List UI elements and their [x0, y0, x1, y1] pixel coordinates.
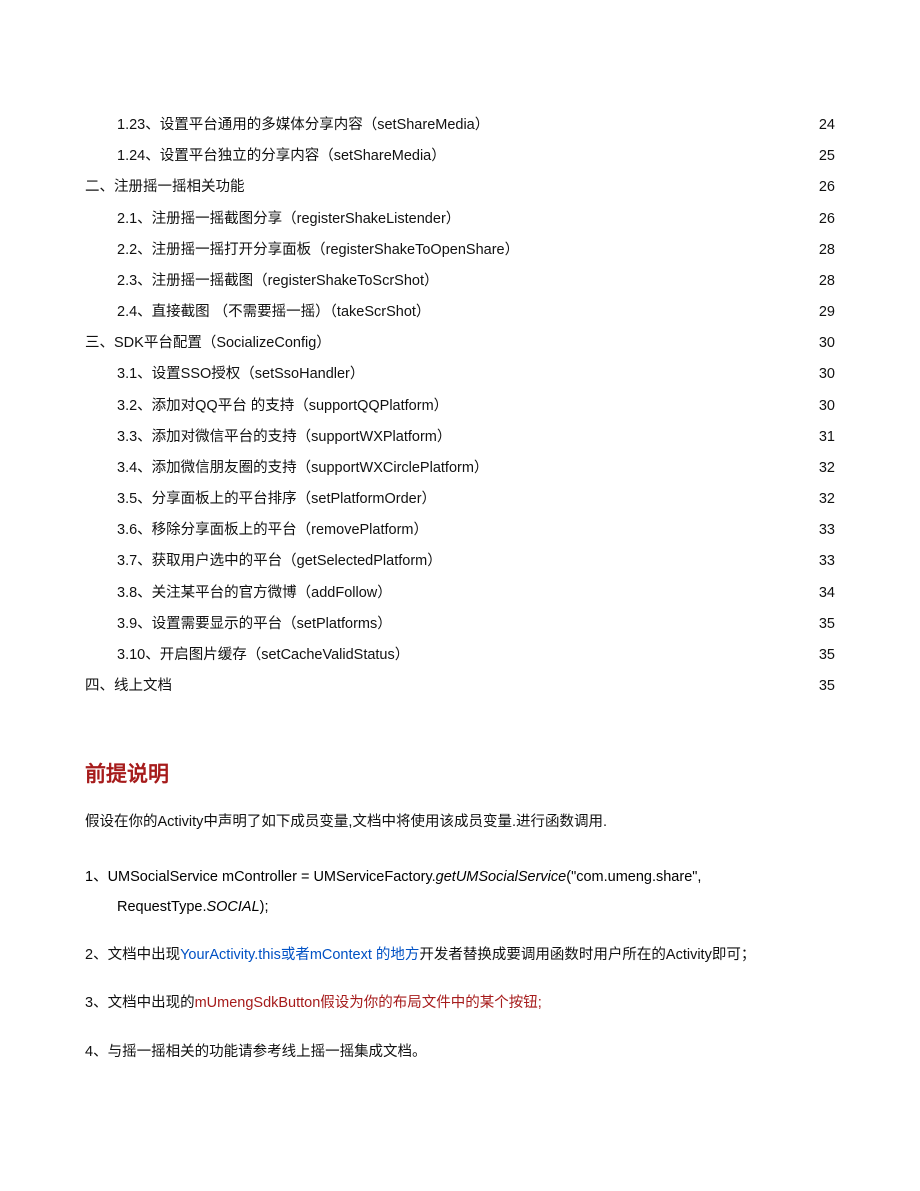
code-const: SOCIAL: [206, 899, 259, 915]
code-text: = UMServiceFactory.: [301, 869, 436, 885]
code-var: mController: [222, 869, 301, 885]
toc-page-num: 30: [819, 359, 835, 390]
toc-label: 3.7、获取用户选中的平台（getSelectedPlatform）: [85, 546, 442, 577]
toc-entry[interactable]: 3.5、分享面板上的平台排序（setPlatformOrder） 32: [85, 484, 835, 515]
toc-entry[interactable]: 1.23、设置平台通用的多媒体分享内容（setShareMedia） 24: [85, 110, 835, 141]
toc-label: 1.24、设置平台独立的分享内容（setShareMedia）: [85, 141, 446, 172]
toc-page-num: 28: [819, 266, 835, 297]
toc-label: 3.8、关注某平台的官方微博（addFollow）: [85, 578, 392, 609]
toc-entry[interactable]: 3.8、关注某平台的官方微博（addFollow） 34: [85, 578, 835, 609]
toc-label: 3.2、添加对QQ平台 的支持（supportQQPlatform）: [85, 391, 448, 422]
toc-page-num: 33: [819, 515, 835, 546]
item-red: mUmengSdkButton假设为你的布局文件中的某个按钮;: [195, 995, 542, 1011]
item-text: 2、文档中出现: [85, 947, 180, 963]
code-item-3: 3、文档中出现的mUmengSdkButton假设为你的布局文件中的某个按钮;: [85, 989, 835, 1017]
toc-page-num: 26: [819, 204, 835, 235]
toc-entry[interactable]: 2.1、注册摇一摇截图分享（registerShakeListender） 26: [85, 204, 835, 235]
toc-label: 3.3、添加对微信平台的支持（supportWXPlatform）: [85, 422, 451, 453]
toc-entry[interactable]: 2.2、注册摇一摇打开分享面板（registerShakeToOpenShare…: [85, 235, 835, 266]
toc-entry[interactable]: 3.7、获取用户选中的平台（getSelectedPlatform） 33: [85, 546, 835, 577]
item-text: 3、文档中出现的: [85, 995, 195, 1011]
toc-label: 3.1、设置SSO授权（setSsoHandler）: [85, 359, 364, 390]
code-item-2: 2、文档中出现YourActivity.this或者mContext 的地方开发…: [85, 941, 835, 969]
toc-label: 二、注册摇一摇相关功能: [85, 172, 245, 203]
toc-entry[interactable]: 2.4、直接截图 （不需要摇一摇）（takeScrShot） 29: [85, 297, 835, 328]
toc-page-num: 24: [819, 110, 835, 141]
toc-label: 2.2、注册摇一摇打开分享面板（registerShakeToOpenShare…: [85, 235, 519, 266]
toc-page-num: 31: [819, 422, 835, 453]
toc-label: 3.10、开启图片缓存（setCacheValidStatus）: [85, 640, 409, 671]
toc-label: 3.4、添加微信朋友圈的支持（supportWXCirclePlatform）: [85, 453, 488, 484]
toc-entry[interactable]: 3.4、添加微信朋友圈的支持（supportWXCirclePlatform） …: [85, 453, 835, 484]
table-of-contents: 1.23、设置平台通用的多媒体分享内容（setShareMedia） 24 1.…: [85, 110, 835, 702]
toc-entry[interactable]: 3.2、添加对QQ平台 的支持（supportQQPlatform） 30: [85, 391, 835, 422]
code-text: RequestType.: [117, 899, 206, 915]
toc-page-num: 35: [819, 609, 835, 640]
item-blue: YourActivity.this或者mContext 的地方: [180, 947, 419, 963]
toc-page-num: 25: [819, 141, 835, 172]
code-text: 1、UMSocialService: [85, 869, 222, 885]
code-item-4: 4、与摇一摇相关的功能请参考线上摇一摇集成文档。: [85, 1038, 835, 1066]
toc-page-num: 30: [819, 328, 835, 359]
toc-label: 四、线上文档: [85, 671, 172, 702]
toc-entry[interactable]: 1.24、设置平台独立的分享内容（setShareMedia） 25: [85, 141, 835, 172]
toc-entry[interactable]: 二、注册摇一摇相关功能 26: [85, 172, 835, 203]
toc-entry[interactable]: 3.9、设置需要显示的平台（setPlatforms） 35: [85, 609, 835, 640]
toc-label: 三、SDK平台配置（SocializeConfig）: [85, 328, 331, 359]
toc-label: 1.23、设置平台通用的多媒体分享内容（setShareMedia）: [85, 110, 489, 141]
document-page: 1.23、设置平台通用的多媒体分享内容（setShareMedia） 24 1.…: [0, 0, 920, 1146]
toc-entry[interactable]: 3.3、添加对微信平台的支持（supportWXPlatform） 31: [85, 422, 835, 453]
prerequisites-heading: 前提说明: [85, 758, 835, 788]
toc-page-num: 32: [819, 453, 835, 484]
toc-page-num: 35: [819, 640, 835, 671]
toc-page-num: 33: [819, 546, 835, 577]
toc-entry[interactable]: 3.10、开启图片缓存（setCacheValidStatus） 35: [85, 640, 835, 671]
toc-label: 2.3、注册摇一摇截图（registerShakeToScrShot）: [85, 266, 439, 297]
toc-label: 3.5、分享面板上的平台排序（setPlatformOrder）: [85, 484, 436, 515]
toc-page-num: 29: [819, 297, 835, 328]
toc-page-num: 26: [819, 172, 835, 203]
toc-label: 2.1、注册摇一摇截图分享（registerShakeListender）: [85, 204, 460, 235]
intro-text: 假设在你的Activity中声明了如下成员变量,文档中将使用该成员变量.进行函数…: [85, 808, 835, 836]
item-text: 开发者替换成要调用函数时用户所在的Activity即可；: [419, 947, 755, 963]
toc-label: 2.4、直接截图 （不需要摇一摇）（takeScrShot）: [85, 297, 430, 328]
toc-entry[interactable]: 四、线上文档 35: [85, 671, 835, 702]
toc-label: 3.6、移除分享面板上的平台（removePlatform）: [85, 515, 428, 546]
code-item-1: 1、UMSocialService mController = UMServic…: [85, 863, 835, 922]
code-text: );: [260, 899, 269, 915]
toc-entry[interactable]: 2.3、注册摇一摇截图（registerShakeToScrShot） 28: [85, 266, 835, 297]
toc-page-num: 30: [819, 391, 835, 422]
code-fn: getUMSocialService: [436, 869, 567, 885]
toc-page-num: 35: [819, 671, 835, 702]
toc-entry[interactable]: 3.6、移除分享面板上的平台（removePlatform） 33: [85, 515, 835, 546]
toc-page-num: 32: [819, 484, 835, 515]
toc-label: 3.9、设置需要显示的平台（setPlatforms）: [85, 609, 392, 640]
toc-page-num: 28: [819, 235, 835, 266]
code-args: ("com.umeng.share",: [566, 869, 701, 885]
toc-entry[interactable]: 三、SDK平台配置（SocializeConfig） 30: [85, 328, 835, 359]
toc-entry[interactable]: 3.1、设置SSO授权（setSsoHandler） 30: [85, 359, 835, 390]
toc-page-num: 34: [819, 578, 835, 609]
